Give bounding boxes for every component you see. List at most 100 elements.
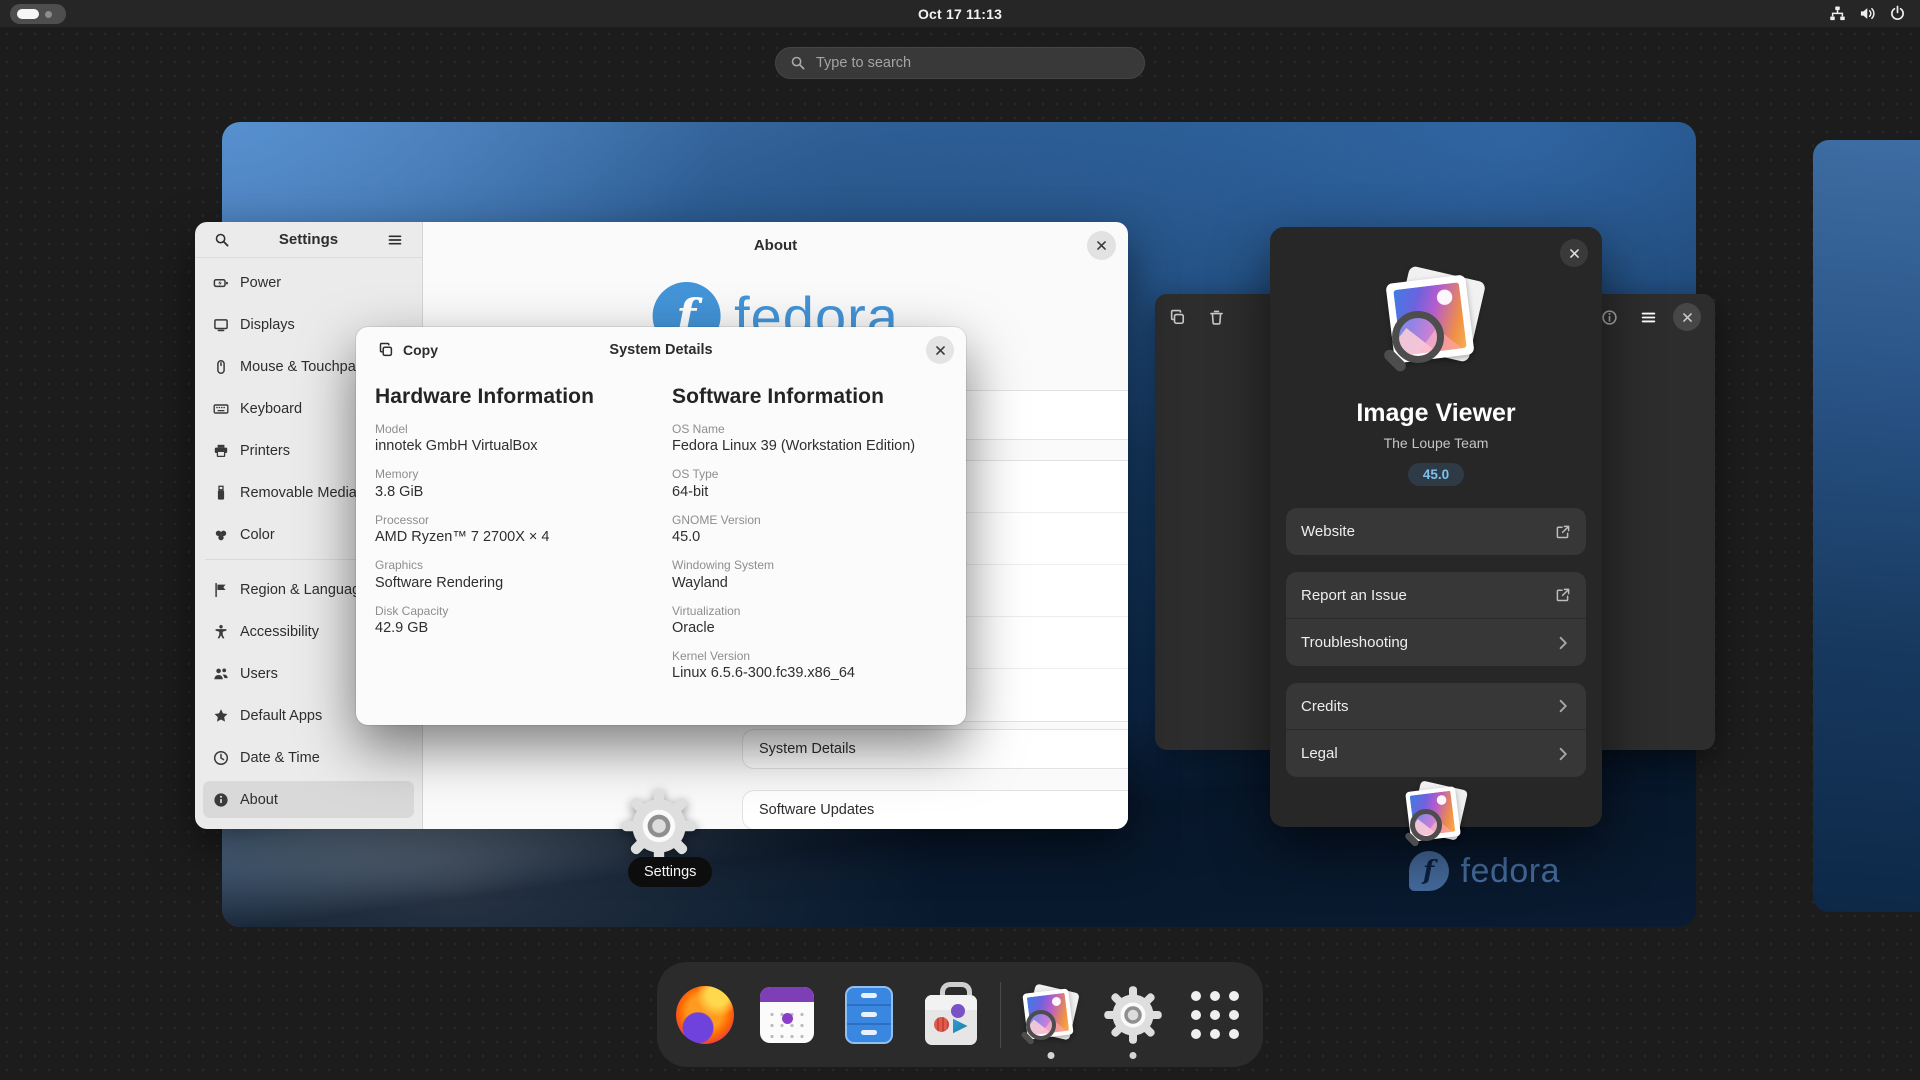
image-viewer-app-badge[interactable] xyxy=(1403,780,1469,848)
app-grid-icon xyxy=(1191,990,1240,1039)
sidebar-item-label: Mouse & Touchpad xyxy=(240,358,364,375)
dialog-body: Hardware Information Model innotek GmbH Vi… xyxy=(356,373,966,681)
clock[interactable]: Oct 17 11:13 xyxy=(0,0,1920,27)
dialog-close-button[interactable] xyxy=(1560,239,1588,267)
gear-icon xyxy=(1104,985,1162,1044)
sidebar-item-label: Default Apps xyxy=(240,707,323,724)
search-icon xyxy=(790,55,806,71)
row-group: Report an Issue Troubleshooting xyxy=(1286,572,1586,666)
dock-item-calendar[interactable] xyxy=(755,983,819,1047)
version-badge[interactable]: 45.0 xyxy=(1407,463,1465,486)
sidebar-item-label: Power xyxy=(240,274,282,291)
about-row-credits[interactable]: Credits xyxy=(1286,683,1586,730)
info-icon xyxy=(213,792,229,808)
firefox-icon xyxy=(675,985,734,1044)
dock-item-image-viewer[interactable] xyxy=(1019,983,1083,1059)
dock-item-files[interactable] xyxy=(837,983,901,1047)
field-label: Virtualization xyxy=(672,603,741,618)
top-bar: Oct 17 11:13 xyxy=(0,0,1920,27)
detail-field: Graphics Software Rendering xyxy=(375,558,672,590)
trash-icon[interactable] xyxy=(1208,309,1225,326)
app-developer: The Loupe Team xyxy=(1383,435,1489,451)
chevron-right-icon xyxy=(1555,698,1571,714)
accessibility-icon xyxy=(213,624,229,640)
dock-item-app-grid[interactable] xyxy=(1183,983,1247,1047)
field-label: Processor xyxy=(375,512,430,527)
hamburger-menu-button[interactable] xyxy=(380,225,410,255)
window-close-button[interactable] xyxy=(1673,303,1701,331)
external-link-icon xyxy=(1555,587,1571,603)
image-viewer-icon xyxy=(1020,983,1081,1047)
about-dialog-rows: Website Report an Issue Troubleshooting Cre… xyxy=(1270,486,1602,777)
field-value: Software Rendering xyxy=(375,574,504,591)
sidebar-item-about[interactable]: About xyxy=(203,781,414,818)
field-value: 45.0 xyxy=(672,529,701,546)
row-label: Report an Issue xyxy=(1301,586,1407,604)
adjacent-workspace-preview[interactable] xyxy=(1813,140,1920,912)
sidebar-item-date-time[interactable]: Date & Time xyxy=(203,739,414,776)
about-row-legal[interactable]: Legal xyxy=(1286,730,1586,777)
field-value: Linux 6.5.6-300.fc39.x86_64 xyxy=(672,665,855,682)
page-title: About xyxy=(753,237,798,254)
settings-window-caption: Settings xyxy=(628,857,713,887)
keyboard-icon xyxy=(213,401,229,417)
detail-field: Disk Capacity 42.9 GB xyxy=(375,604,672,636)
sidebar-item-label: Color xyxy=(240,526,275,543)
star-icon xyxy=(213,708,229,724)
dialog-close-button[interactable] xyxy=(926,336,954,364)
settings-app-badge[interactable] xyxy=(620,787,698,865)
network-icon[interactable] xyxy=(1829,5,1846,22)
chevron-right-icon xyxy=(1555,635,1571,651)
search-button[interactable] xyxy=(207,225,237,255)
detail-field: OS Name Fedora Linux 39 (Workstation Edit… xyxy=(672,422,946,454)
image-viewer-about-dialog: Image Viewer The Loupe Team 45.0 Website… xyxy=(1270,227,1602,827)
power-icon xyxy=(213,275,229,291)
close-window-button[interactable] xyxy=(1087,231,1116,260)
sidebar-item-label: About xyxy=(240,791,278,808)
copy-button[interactable]: Copy xyxy=(370,337,446,363)
dock-item-firefox[interactable] xyxy=(673,983,737,1047)
field-value: 64-bit xyxy=(672,483,709,500)
field-label: OS Type xyxy=(672,467,719,482)
copy-icon[interactable] xyxy=(1169,309,1186,326)
about-row-troubleshooting[interactable]: Troubleshooting xyxy=(1286,619,1586,666)
info-icon[interactable] xyxy=(1601,309,1618,326)
gnome-activities-overview: f fedora Settings Power Displays Mouse & T… xyxy=(0,0,1920,1080)
running-indicator-dot xyxy=(1047,1051,1055,1059)
clock-icon xyxy=(213,750,229,766)
gear-icon xyxy=(621,788,697,864)
fedora-watermark-text: fedora xyxy=(1460,851,1560,890)
dock-item-software[interactable] xyxy=(919,981,983,1047)
about-row-website[interactable]: Website xyxy=(1286,508,1586,555)
sidebar-item-label: Accessibility xyxy=(240,623,319,640)
sidebar-item-label: Region & Language xyxy=(240,581,369,598)
mouse-icon xyxy=(213,359,229,375)
printer-icon xyxy=(213,443,229,459)
fedora-watermark: f fedora xyxy=(1408,851,1560,891)
field-label: Windowing System xyxy=(672,558,775,573)
row-label: Website xyxy=(1301,523,1355,540)
system-details-dialog: Copy System Details Hardware Information… xyxy=(356,327,966,725)
software-updates-row[interactable]: Software Updates xyxy=(742,790,1128,829)
menu-icon[interactable] xyxy=(1640,309,1657,326)
row-label: Troubleshooting xyxy=(1301,634,1409,651)
content-headerbar: About xyxy=(423,222,1128,269)
system-details-row[interactable]: System Details xyxy=(742,729,1128,769)
dialog-column: Hardware Information Model innotek GmbH Vi… xyxy=(375,385,672,681)
system-status-area[interactable] xyxy=(1829,0,1906,27)
field-label: Disk Capacity xyxy=(375,603,449,618)
search-bar[interactable]: Type to search xyxy=(775,47,1145,79)
power-icon[interactable] xyxy=(1889,5,1906,22)
app-name: Image Viewer xyxy=(1356,399,1516,427)
detail-field: Memory 3.8 GiB xyxy=(375,467,672,499)
sidebar-item-power[interactable]: Power xyxy=(203,264,414,301)
volume-icon[interactable] xyxy=(1859,5,1876,22)
dock-item-settings[interactable] xyxy=(1101,983,1165,1059)
about-row-report-an-issue[interactable]: Report an Issue xyxy=(1286,572,1586,619)
field-value: Oracle xyxy=(672,619,715,636)
row-group: Website xyxy=(1286,508,1586,555)
detail-field: Model innotek GmbH VirtualBox xyxy=(375,422,672,454)
detail-field: GNOME Version 45.0 xyxy=(672,513,946,545)
dialog-column: Software Information OS Name Fedora Linux … xyxy=(672,385,946,681)
detail-field: Windowing System Wayland xyxy=(672,558,946,590)
